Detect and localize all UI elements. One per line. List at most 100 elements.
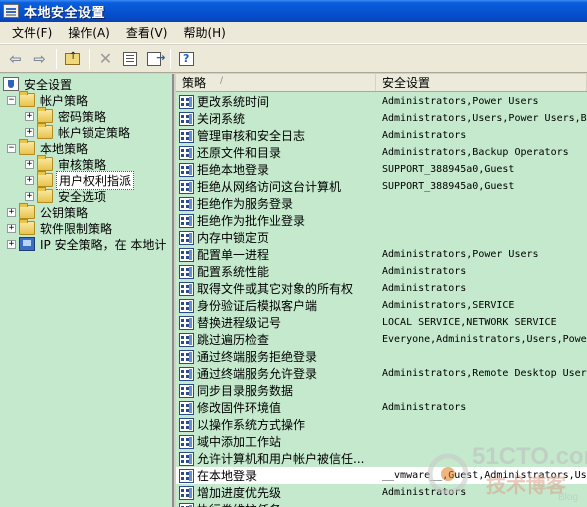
folder-icon (19, 91, 35, 107)
expand-icon[interactable]: + (25, 111, 34, 121)
policy-item-icon (179, 400, 194, 415)
security-setting-value: Administrators,Users,Power Users,B (382, 113, 587, 124)
tree-item-software-restriction-policies[interactable]: + 软件限制策略 (7, 219, 114, 236)
tree-item-local-policies[interactable]: − 本地策略 (7, 139, 90, 156)
tree-item-label: 公钥策略 (40, 205, 89, 220)
folder-icon (37, 187, 53, 203)
policy-name: 跳过遍历检查 (197, 333, 270, 347)
expand-icon[interactable]: + (7, 223, 16, 233)
policy-row[interactable]: 拒绝作为批作业登录 (176, 212, 587, 229)
policy-row[interactable]: 通过终端服务拒绝登录 (176, 348, 587, 365)
policy-cell: 执行卷维护任务 (176, 501, 376, 507)
tree-root[interactable]: 安全设置 (3, 76, 74, 92)
tree-item-ip-security-policies[interactable]: + IP 安全策略，在 本地计 (7, 236, 168, 252)
policy-row[interactable]: 增加进度优先级 Administrators (176, 484, 587, 501)
window-title: 本地安全设置 (24, 5, 106, 21)
policy-item-icon (179, 468, 194, 483)
folder-open-icon (37, 171, 53, 187)
policy-item-icon (179, 179, 194, 194)
policy-item-icon (179, 451, 194, 466)
policy-cell: 同步目录服务数据 (176, 382, 376, 399)
menu-action[interactable]: 操作(A) (60, 24, 118, 41)
back-button[interactable]: ⇦ (4, 48, 27, 70)
monitor-icon (19, 237, 35, 251)
up-one-level-button[interactable] (61, 48, 84, 70)
policy-name: 修改固件环境值 (197, 401, 282, 415)
expand-icon[interactable]: + (7, 207, 16, 217)
policy-row[interactable]: 取得文件或其它对象的所有权 Administrators (176, 280, 587, 297)
column-header-policy[interactable]: 策略 / (176, 74, 376, 91)
expand-icon[interactable]: + (25, 159, 34, 169)
policy-item-icon (179, 94, 194, 109)
security-setting-value: Administrators (382, 402, 467, 413)
tree-item-label: 帐户锁定策略 (58, 125, 131, 140)
console-tree[interactable]: 安全设置 − 帐户策略 + 密码策略 + 帐户锁定策略 − 本地策略 + 审核策… (0, 74, 174, 507)
security-setting-value: Everyone,Administrators,Users,Powe (382, 334, 587, 345)
policy-row[interactable]: 在本地登录 __vmware__,Guest,Administrators,Us (176, 467, 587, 484)
collapse-icon[interactable]: − (7, 95, 16, 105)
policy-row[interactable]: 管理审核和安全日志 Administrators (176, 127, 587, 144)
policy-name: 身份验证后模拟客户端 (197, 299, 318, 313)
policy-item-icon (179, 485, 194, 500)
policy-item-icon (179, 145, 194, 160)
policy-cell: 以操作系统方式操作 (176, 416, 376, 433)
column-header-security-setting[interactable]: 安全设置 (376, 74, 587, 91)
policy-row[interactable]: 同步目录服务数据 (176, 382, 587, 399)
tree-item-user-rights-assignment[interactable]: + 用户权利指派 (25, 170, 135, 190)
tree-item-label: 密码策略 (58, 109, 107, 124)
policy-row[interactable]: 更改系统时间 Administrators,Power Users (176, 93, 587, 110)
tree-item-password-policy[interactable]: + 密码策略 (25, 107, 108, 124)
tree-item-account-lockout-policy[interactable]: + 帐户锁定策略 (25, 123, 132, 140)
delete-button[interactable]: ✕ (94, 48, 117, 70)
tree-item-security-options[interactable]: + 安全选项 (25, 187, 108, 204)
policy-item-icon (179, 434, 194, 449)
tree-item-label: 软件限制策略 (40, 221, 113, 236)
policy-cell: 修改固件环境值 (176, 399, 376, 416)
collapse-icon[interactable]: − (7, 143, 16, 153)
policy-list[interactable]: 策略 / 安全设置 更改系统时间 Administrators,Power Use… (176, 74, 587, 507)
policy-cell: 管理审核和安全日志 (176, 127, 376, 144)
forward-button[interactable]: ⇨ (28, 48, 51, 70)
policy-row[interactable]: 以操作系统方式操作 (176, 416, 587, 433)
security-setting-value: Administrators,Power Users (382, 96, 539, 107)
policy-row[interactable]: 拒绝作为服务登录 (176, 195, 587, 212)
security-setting-value: __vmware__,Guest,Administrators,Us (382, 470, 587, 481)
expand-icon[interactable]: + (25, 127, 34, 137)
properties-button[interactable] (118, 48, 141, 70)
security-setting-value: Administrators (382, 487, 467, 498)
policy-row[interactable]: 拒绝从网络访问这台计算机 SUPPORT_388945a0,Guest (176, 178, 587, 195)
tree-item-label: IP 安全策略，在 本地计 (40, 237, 167, 252)
policy-row[interactable]: 修改固件环境值 Administrators (176, 399, 587, 416)
policy-row[interactable]: 拒绝本地登录 SUPPORT_388945a0,Guest (176, 161, 587, 178)
expand-icon[interactable]: + (25, 175, 34, 185)
policy-name: 更改系统时间 (197, 95, 270, 109)
policy-row[interactable]: 域中添加工作站 (176, 433, 587, 450)
menu-help[interactable]: 帮助(H) (175, 24, 233, 41)
help-button[interactable] (175, 48, 198, 70)
export-list-button[interactable] (142, 48, 166, 70)
policy-row[interactable]: 替换进程级记号 LOCAL SERVICE,NETWORK SERVICE (176, 314, 587, 331)
policy-row[interactable]: 执行卷维护任务 (176, 501, 587, 507)
expand-icon[interactable]: + (7, 239, 16, 249)
policy-row[interactable]: 跳过遍历检查 Everyone,Administrators,Users,Powe (176, 331, 587, 348)
tree-item-account-policies[interactable]: − 帐户策略 (7, 91, 90, 108)
policy-row[interactable]: 配置系统性能 Administrators (176, 263, 587, 280)
policy-row[interactable]: 身份验证后模拟客户端 Administrators,SERVICE (176, 297, 587, 314)
policy-cell: 替换进程级记号 (176, 314, 376, 331)
policy-row[interactable]: 内存中锁定页 (176, 229, 587, 246)
policy-row[interactable]: 关闭系统 Administrators,Users,Power Users,B (176, 110, 587, 127)
delete-icon: ✕ (98, 49, 113, 68)
toolbar-separator (170, 48, 171, 69)
tree-item-public-key-policies[interactable]: + 公钥策略 (7, 203, 90, 220)
policy-item-icon (179, 366, 194, 381)
policy-cell: 拒绝作为批作业登录 (176, 212, 376, 229)
policy-row[interactable]: 配置单一进程 Administrators,Power Users (176, 246, 587, 263)
policy-row[interactable]: 通过终端服务允许登录 Administrators,Remote Desktop … (176, 365, 587, 382)
menu-view[interactable]: 查看(V) (118, 24, 176, 41)
policy-row[interactable]: 还原文件和目录 Administrators,Backup Operators (176, 144, 587, 161)
policy-row[interactable]: 允许计算机和用户帐户被信任... (176, 450, 587, 467)
policy-item-icon (179, 264, 194, 279)
policy-cell: 通过终端服务拒绝登录 (176, 348, 376, 365)
expand-icon[interactable]: + (25, 191, 34, 201)
menu-file[interactable]: 文件(F) (4, 24, 60, 41)
